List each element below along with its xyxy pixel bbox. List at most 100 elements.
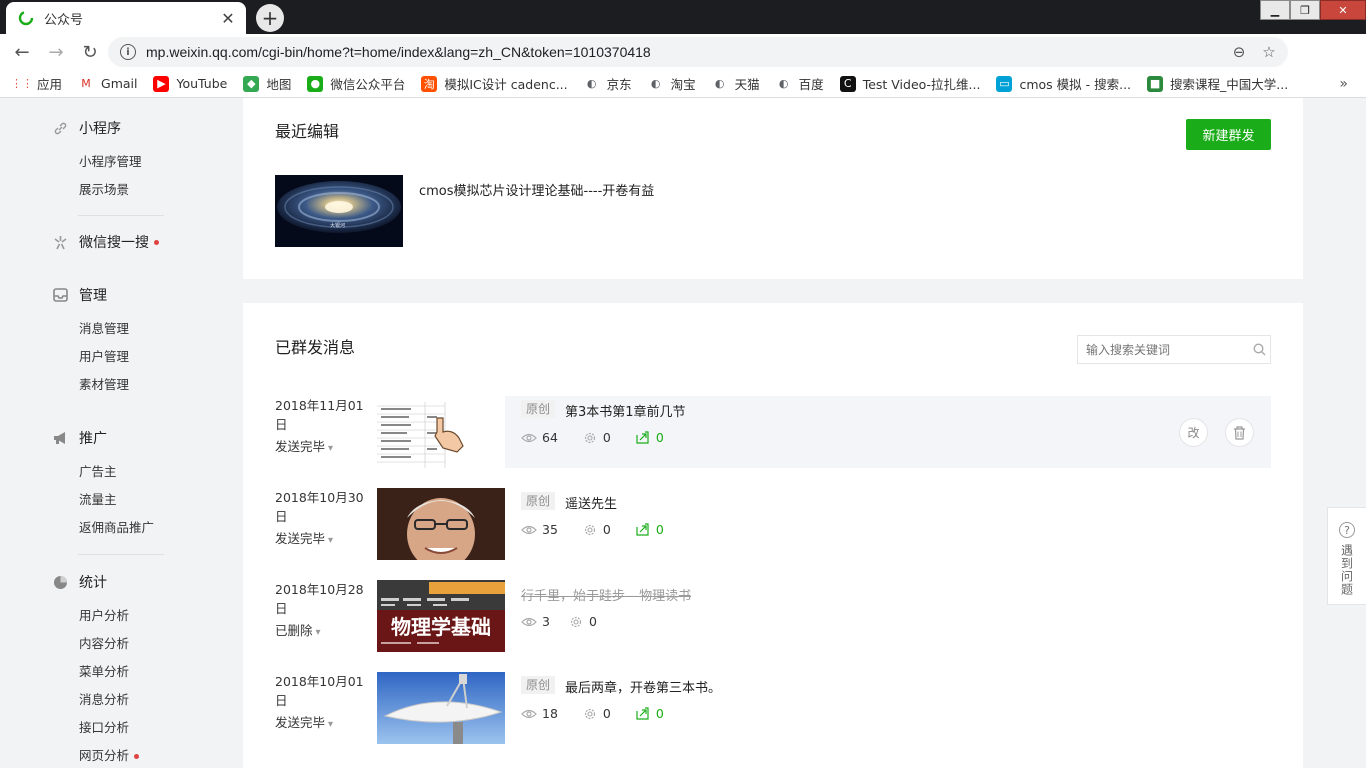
notification-dot <box>154 239 159 245</box>
shares-count: 0 <box>655 522 664 537</box>
caret-down-icon: ▾ <box>315 627 321 638</box>
message-thumbnail[interactable] <box>377 396 505 468</box>
reload-icon[interactable]: ↻ <box>74 36 106 68</box>
original-tag: 原创 <box>521 676 556 694</box>
bookmark-star-icon[interactable]: ☆ <box>1254 37 1284 67</box>
sidebar-item-content-analysis[interactable]: 内容分析 <box>0 630 222 658</box>
share-icon <box>635 431 651 445</box>
bookmark-label: 淘宝 <box>670 77 696 92</box>
message-body[interactable]: 原创 遥送先生 35 0 0 <box>505 488 1271 560</box>
sidebar-item-material-manage[interactable]: 素材管理 <box>0 371 222 399</box>
nav-head-promote[interactable]: 推广 <box>0 426 222 450</box>
inbox-icon <box>52 287 69 304</box>
bookmark-item[interactable]: ● 微信公众平台 <box>307 74 405 93</box>
sidebar-item-menu-analysis[interactable]: 菜单分析 <box>0 658 222 686</box>
message-body[interactable]: 行千里，始于跬步---物理读书 3 0 <box>505 580 1271 652</box>
globe-icon: ◐ <box>778 77 789 90</box>
message-title[interactable]: 第3本书第1章前几节 <box>565 401 686 420</box>
message-status[interactable]: 发送完毕 ▾ <box>275 528 333 547</box>
message-search-input[interactable] <box>1086 342 1248 357</box>
sidebar-item-user-analysis[interactable]: 用户分析 <box>0 602 222 630</box>
minimize-button[interactable]: ▁ <box>1260 0 1290 20</box>
sidebar-item-api-analysis[interactable]: 接口分析 <box>0 714 222 742</box>
bookmark-label: 搜索课程_中国大学... <box>1170 77 1289 92</box>
bookmark-item[interactable]: ■ 搜索课程_中国大学... <box>1147 74 1288 93</box>
sidebar-item-advertiser[interactable]: 广告主 <box>0 458 222 486</box>
nav-head-stats[interactable]: 统计 <box>0 570 222 594</box>
bookmark-item[interactable]: ◐ 百度 <box>776 74 824 93</box>
message-status[interactable]: 发送完毕 ▾ <box>275 712 333 731</box>
bookmark-item[interactable]: C Test Video-拉扎维... <box>839 74 980 93</box>
bookmark-label: 天猫 <box>734 77 760 92</box>
message-title[interactable]: 行千里，始于跬步---物理读书 <box>521 585 691 604</box>
bookmark-item[interactable]: ⋮⋮ 应用 <box>11 74 62 93</box>
caret-down-icon: ▾ <box>328 535 334 546</box>
edit-button[interactable]: 改 <box>1179 418 1208 447</box>
delete-button[interactable] <box>1225 418 1254 447</box>
bookmark-item[interactable]: ◆ 地图 <box>243 74 291 93</box>
sidebar-item-message-manage[interactable]: 消息管理 <box>0 315 222 343</box>
browser-tab[interactable]: 公众号 ✕ <box>6 2 246 34</box>
message-title[interactable]: 最后两章，开卷第三本书。 <box>565 677 721 696</box>
nav-head-search[interactable]: 微信搜一搜 <box>0 230 222 254</box>
bookmark-item[interactable]: ▶ YouTube <box>153 75 227 92</box>
book-cover-title: 物理学基础 <box>391 615 491 639</box>
likes-stat: 0 <box>582 706 611 721</box>
help-float-button[interactable]: ? 遇到问题 <box>1327 507 1366 605</box>
bookmark-item[interactable]: M Gmail <box>78 76 137 92</box>
maximize-button[interactable]: ❐ <box>1290 0 1320 20</box>
bookmark-item[interactable]: ▭ cmos 模拟 - 搜索... <box>996 74 1131 93</box>
sidebar-item-web-analysis[interactable]: 网页分析 <box>0 742 222 768</box>
message-title[interactable]: 遥送先生 <box>565 493 617 512</box>
gear-like-icon <box>582 523 598 537</box>
message-search-box[interactable] <box>1077 335 1271 364</box>
message-body[interactable]: 原创 第3本书第1章前几节 64 0 0 改 <box>505 396 1271 468</box>
likes-count: 0 <box>602 522 611 537</box>
sidebar-item-user-manage[interactable]: 用户管理 <box>0 343 222 371</box>
message-thumbnail[interactable] <box>377 488 505 560</box>
shares-stat: 0 <box>635 522 664 537</box>
nav-head-miniprogram[interactable]: 小程序 <box>0 116 222 140</box>
forward-arrow-icon[interactable]: → <box>40 36 72 68</box>
new-broadcast-button[interactable]: 新建群发 <box>1186 119 1271 150</box>
site-info-icon[interactable]: i <box>120 44 136 60</box>
bookmark-item[interactable]: 淘模拟IC设计 cadenc... <box>421 74 568 93</box>
address-bar[interactable]: i mp.weixin.qq.com/cgi-bin/home?t=home/i… <box>108 37 1288 67</box>
nav-head-manage[interactable]: 管理 <box>0 283 222 307</box>
search-icon[interactable] <box>1248 339 1270 361</box>
sidebar-item-message-analysis[interactable]: 消息分析 <box>0 686 222 714</box>
recent-draft-thumbnail[interactable]: 大银河 <box>275 175 403 247</box>
message-thumbnail[interactable]: 物理学基础 <box>377 580 505 652</box>
recent-draft-title[interactable]: cmos模拟芯片设计理论基础----开卷有益 <box>419 180 654 199</box>
message-body[interactable]: 原创 最后两章，开卷第三本书。 18 0 0 <box>505 672 1271 744</box>
zoom-icon[interactable]: ⊖ <box>1224 37 1254 67</box>
sidebar-item-publisher[interactable]: 流量主 <box>0 486 222 514</box>
tab-close-icon[interactable]: ✕ <box>218 8 238 28</box>
sidebar-item-miniprogram-manage[interactable]: 小程序管理 <box>0 148 222 176</box>
message-status[interactable]: 已删除 ▾ <box>275 620 321 639</box>
nav-head-label: 管理 <box>79 288 107 304</box>
bookmarks-overflow-icon[interactable]: » <box>1339 76 1348 92</box>
window-close-button[interactable]: ✕ <box>1320 0 1366 20</box>
original-tag: 原创 <box>521 492 556 510</box>
views-count: 64 <box>542 430 558 445</box>
message-status[interactable]: 发送完毕 ▾ <box>275 436 333 455</box>
new-tab-button[interactable]: + <box>256 4 284 32</box>
caret-down-icon: ▾ <box>328 719 334 730</box>
bookmark-label: 微信公众平台 <box>330 77 406 92</box>
bookmark-item[interactable]: ◐ 天猫 <box>712 74 760 93</box>
status-label: 发送完毕 <box>275 439 326 454</box>
back-arrow-icon[interactable]: ← <box>6 36 38 68</box>
shares-stat: 0 <box>635 430 664 445</box>
sidebar-item-commission[interactable]: 返佣商品推广 <box>0 514 222 542</box>
bookmark-item[interactable]: ◐ 京东 <box>584 74 632 93</box>
caret-down-icon: ▾ <box>328 443 334 454</box>
eye-icon <box>521 615 537 629</box>
likes-stat: 0 <box>568 614 597 629</box>
sidebar-item-display-scenes[interactable]: 展示场景 <box>0 176 222 204</box>
bookmark-item[interactable]: ◐ 淘宝 <box>648 74 696 93</box>
question-icon: ? <box>1339 522 1355 538</box>
url-text[interactable]: mp.weixin.qq.com/cgi-bin/home?t=home/ind… <box>146 44 1224 60</box>
message-thumbnail[interactable] <box>377 672 505 744</box>
message-row: 2018年11月01 日 发送完毕 ▾ 原创 第3本书第1章前几节 64 0 0… <box>243 396 1303 476</box>
